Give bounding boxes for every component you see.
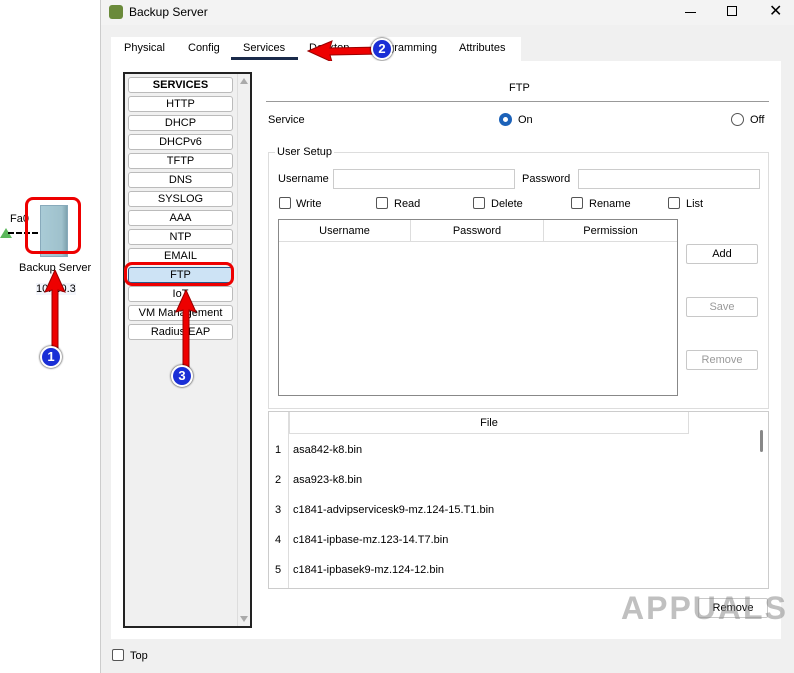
write-label: Write	[296, 198, 322, 210]
file-index: 1	[275, 444, 282, 456]
list-checkbox[interactable]	[668, 197, 680, 209]
file-index: 5	[275, 564, 282, 576]
app-icon	[109, 5, 123, 19]
top-label: Top	[130, 650, 148, 662]
file-index: 3	[275, 504, 282, 516]
window-title: Backup Server	[129, 5, 208, 19]
file-name: c1841-advipservicesk9-mz.124-15.T1.bin	[293, 504, 495, 516]
remove-user-button[interactable]: Remove	[686, 350, 758, 370]
top-checkbox[interactable]	[112, 649, 124, 661]
radio-on[interactable]	[499, 113, 512, 126]
file-name: asa923-k8.bin	[293, 474, 363, 486]
rename-label: Rename	[589, 198, 631, 210]
col-username[interactable]: Username	[279, 220, 411, 242]
service-dhcpv6[interactable]: DHCPv6	[128, 134, 233, 150]
services-header: SERVICES	[128, 77, 233, 93]
scroll-down-icon[interactable]	[240, 616, 248, 622]
service-syslog[interactable]: SYSLOG	[128, 191, 233, 207]
service-http[interactable]: HTTP	[128, 96, 233, 112]
annotation-badge-1: 1	[40, 346, 62, 368]
file-list[interactable]: File 1 asa842-k8.bin 2 asa923-k8.bin 3 c1841-…	[268, 411, 769, 589]
col-password[interactable]: Password	[411, 220, 544, 242]
minimize-icon[interactable]	[685, 12, 696, 13]
read-label: Read	[394, 198, 421, 210]
scroll-up-icon[interactable]	[240, 78, 248, 84]
service-aaa[interactable]: AAA	[128, 210, 233, 226]
services-scrollbar[interactable]	[237, 74, 250, 626]
annotation-badge-2: 2	[371, 38, 393, 60]
password-input[interactable]	[578, 169, 760, 189]
device-window: Backup Server ✕ Physical Config Services…	[100, 0, 794, 673]
file-index: 2	[275, 474, 282, 486]
service-tftp[interactable]: TFTP	[128, 153, 233, 169]
list-label: List	[686, 198, 704, 210]
radio-off-label: Off	[750, 114, 765, 126]
col-permission[interactable]: Permission	[544, 220, 677, 242]
add-button[interactable]: Add	[686, 244, 758, 264]
file-scrollbar-thumb[interactable]	[760, 430, 763, 452]
title-bar: Backup Server ✕	[101, 0, 794, 25]
file-index: 4	[275, 534, 282, 546]
rename-checkbox[interactable]	[571, 197, 583, 209]
close-icon[interactable]: ✕	[769, 1, 782, 21]
service-dhcp[interactable]: DHCP	[128, 115, 233, 131]
maximize-icon[interactable]	[727, 6, 737, 16]
ftp-highlight	[124, 262, 234, 286]
divider	[266, 101, 769, 102]
workspace-canvas[interactable]: Fa0 Backup Server 10.0.0.3 1	[0, 0, 100, 673]
username-label: Username	[278, 173, 329, 185]
arrow-annotation-1	[44, 270, 66, 349]
password-label: Password	[522, 173, 571, 185]
file-row[interactable]: 4 c1841-ipbase-mz.123-14.T7.bin	[269, 526, 754, 556]
tab-attributes[interactable]: Attributes	[459, 42, 505, 54]
file-name: c1841-ipbase-mz.123-14.T7.bin	[293, 534, 449, 546]
arrow-annotation-3	[175, 290, 197, 374]
col-file[interactable]: File	[289, 412, 689, 434]
active-tab-underline	[231, 57, 298, 60]
service-dns[interactable]: DNS	[128, 172, 233, 188]
service-ntp[interactable]: NTP	[128, 229, 233, 245]
delete-checkbox[interactable]	[473, 197, 485, 209]
appuals-watermark: APPUALS	[621, 590, 788, 626]
user-setup-label: User Setup	[275, 146, 335, 158]
tab-services[interactable]: Services	[243, 42, 285, 54]
users-table[interactable]: Username Password Permission	[278, 219, 678, 396]
device-highlight	[25, 197, 81, 254]
file-name: asa842-k8.bin	[293, 444, 363, 456]
delete-label: Delete	[491, 198, 523, 210]
tab-config[interactable]: Config	[188, 42, 220, 54]
save-button[interactable]: Save	[686, 297, 758, 317]
file-row[interactable]: 5 c1841-ipbasek9-mz.124-12.bin	[269, 556, 754, 586]
file-name: c1841-ipbasek9-mz.124-12.bin	[293, 564, 445, 576]
ftp-title: FTP	[509, 82, 530, 94]
username-input[interactable]	[333, 169, 515, 189]
tab-physical[interactable]: Physical	[124, 42, 165, 54]
radio-off[interactable]	[731, 113, 744, 126]
annotation-badge-3: 3	[171, 365, 193, 387]
file-row[interactable]: 3 c1841-advipservicesk9-mz.124-15.T1.bin	[269, 496, 754, 526]
service-label: Service	[268, 114, 305, 126]
read-checkbox[interactable]	[376, 197, 388, 209]
file-row[interactable]: 2 asa923-k8.bin	[269, 466, 754, 496]
file-row[interactable]: 1 asa842-k8.bin	[269, 436, 754, 466]
write-checkbox[interactable]	[279, 197, 291, 209]
radio-on-label: On	[518, 114, 533, 126]
